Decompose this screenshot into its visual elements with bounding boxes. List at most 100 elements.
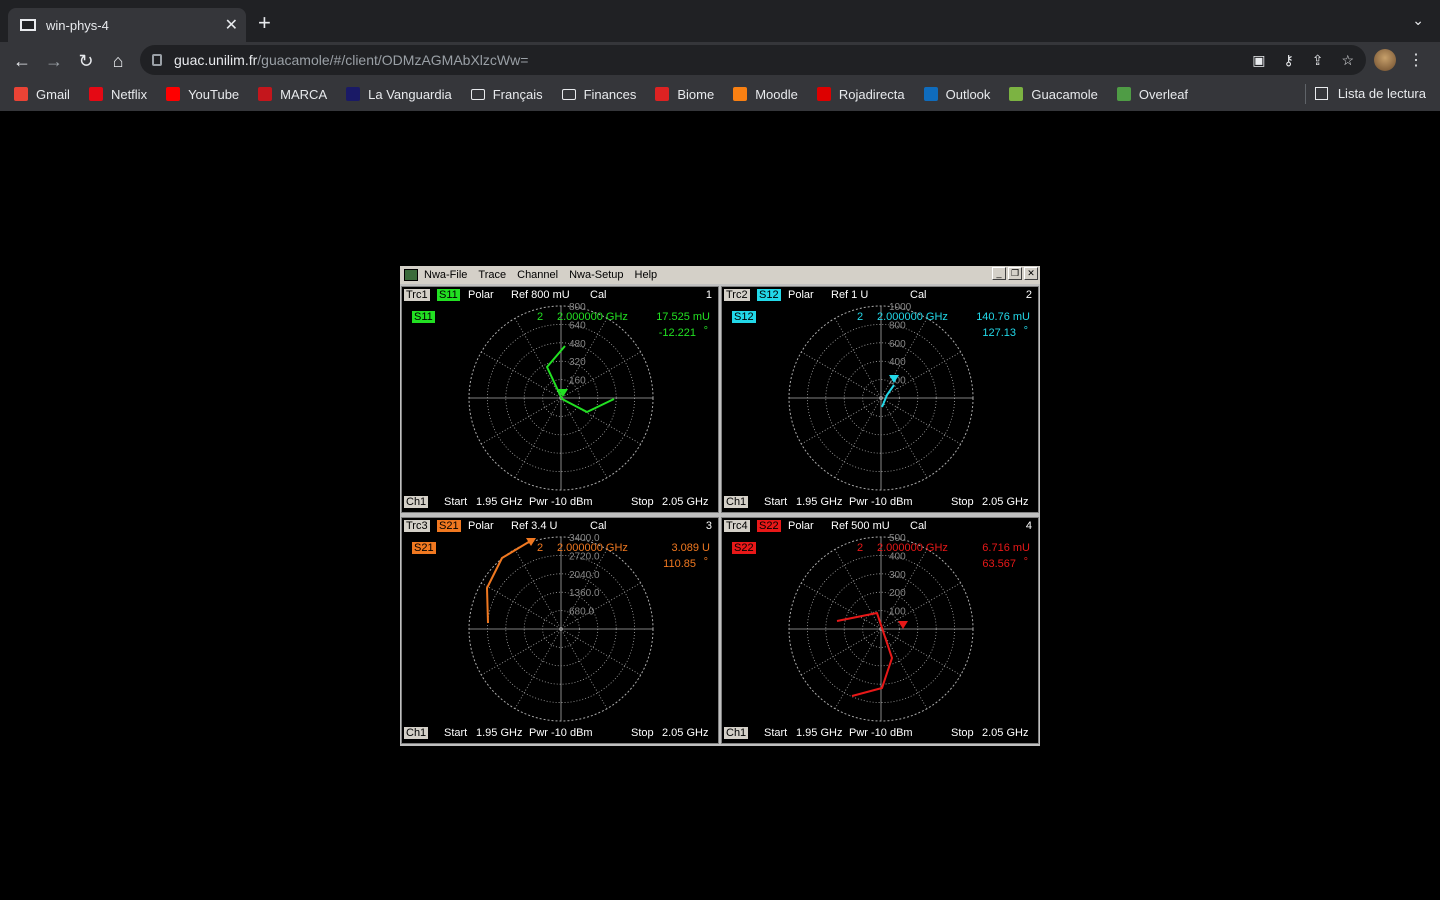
stop-frequency: 2.05 GHz xyxy=(662,727,709,739)
bookmark-item[interactable]: MARCA xyxy=(258,87,327,102)
channel-label[interactable]: Ch1 xyxy=(404,727,429,739)
trace-ref[interactable]: Ref 800 mU xyxy=(511,289,570,301)
start-label: Start xyxy=(764,727,788,739)
bookmark-item[interactable]: Biome xyxy=(655,87,714,102)
star-icon[interactable]: ☆ xyxy=(1341,52,1354,69)
bookmark-item[interactable]: Finances xyxy=(561,87,636,102)
marker-phase: 127.13 xyxy=(982,327,1016,339)
marker-triangle-icon[interactable] xyxy=(898,621,908,629)
stop-frequency: 2.05 GHz xyxy=(982,496,1029,508)
reading-list-button[interactable]: Lista de lectura xyxy=(1314,86,1426,101)
stop-frequency: 2.05 GHz xyxy=(662,496,709,508)
bookmark-item[interactable]: Netflix xyxy=(88,87,147,102)
stop-label: Stop xyxy=(631,496,654,508)
marker-frequency: 2.000000 GHz xyxy=(877,311,948,323)
trace-param[interactable]: S21 xyxy=(437,520,461,532)
trace-id[interactable]: Trc3 xyxy=(404,520,430,532)
more-menu-icon[interactable]: ⋮ xyxy=(1408,50,1424,70)
close-tab-icon[interactable]: ✕ xyxy=(225,15,238,35)
chevron-down-icon[interactable]: ⌄ xyxy=(1412,12,1424,29)
reading-list-label: Lista de lectura xyxy=(1337,86,1426,101)
trace-ref[interactable]: Ref 3.4 U xyxy=(511,520,557,532)
bookmark-favicon-icon xyxy=(923,87,938,101)
trace-cal[interactable]: Cal xyxy=(590,289,607,301)
trace-footer: Ch1 Start 1.95 GHz Pwr -10 dBm Stop 2.05… xyxy=(724,727,1036,741)
close-icon[interactable]: ✕ xyxy=(1024,267,1038,280)
marker-number: 2 xyxy=(537,311,544,323)
bookmark-item[interactable]: Guacamole xyxy=(1009,87,1098,102)
degree-unit: ° xyxy=(1023,325,1028,337)
vna-window: Nwa-File Trace Channel Nwa-Setup Help _ … xyxy=(400,266,1040,746)
trace-param[interactable]: S12 xyxy=(757,289,781,301)
power-level: Pwr -10 dBm xyxy=(849,727,913,739)
trace-param[interactable]: S22 xyxy=(757,520,781,532)
trace-pane[interactable]: 3400.0 2720.0 2040.0 1360.0 680.0 Trc3 S21 P… xyxy=(401,517,719,744)
trace-pane[interactable]: 1000 800 600 400 200 Trc2 S12 Polar Ref 1 U … xyxy=(721,286,1039,513)
trace-cal[interactable]: Cal xyxy=(910,520,927,532)
trace-format[interactable]: Polar xyxy=(788,520,814,532)
bookmark-item[interactable]: Gmail xyxy=(14,87,70,102)
marker-magnitude: 140.76 mU xyxy=(976,311,1030,323)
radial-tick-label: 480 xyxy=(569,339,586,350)
channel-label[interactable]: Ch1 xyxy=(724,496,749,508)
bookmark-item[interactable]: Rojadirecta xyxy=(816,87,905,102)
bookmark-item[interactable]: Outlook xyxy=(923,87,990,102)
bookmark-favicon-icon xyxy=(816,87,831,101)
trace-format[interactable]: Polar xyxy=(468,520,494,532)
bookmark-item[interactable]: Français xyxy=(470,87,543,102)
trace-pane[interactable]: 800 640 480 320 160 Trc1 S11 Polar Ref 800 m… xyxy=(401,286,719,513)
radial-tick-label: 680.0 xyxy=(569,607,594,618)
bookmark-item[interactable]: YouTube xyxy=(166,87,239,102)
trace-ref[interactable]: Ref 500 mU xyxy=(831,520,890,532)
menu-help[interactable]: Help xyxy=(635,269,658,281)
menu-nwa-setup[interactable]: Nwa-Setup xyxy=(569,269,623,281)
radial-tick-label: 400 xyxy=(889,357,906,368)
radial-tick-label: 100 xyxy=(889,607,906,618)
key-icon[interactable]: ⚷ xyxy=(1283,52,1293,69)
restore-icon[interactable]: ❐ xyxy=(1008,267,1022,280)
trace-ref[interactable]: Ref 1 U xyxy=(831,289,868,301)
url-host: guac.unilim.fr xyxy=(174,52,258,68)
app-system-icon[interactable] xyxy=(404,269,418,281)
reload-icon[interactable]: ↻ xyxy=(74,49,98,73)
lock-icon[interactable] xyxy=(152,54,162,66)
menu-trace[interactable]: Trace xyxy=(478,269,506,281)
bookmark-label: YouTube xyxy=(188,86,240,102)
browser-chrome: win-phys-4 ✕ + ⌄ ← → ↻ ⌂ guac.unilim.fr … xyxy=(0,0,1440,111)
vna-menubar: Nwa-File Trace Channel Nwa-Setup Help _ … xyxy=(400,266,1040,284)
trace-format[interactable]: Polar xyxy=(468,289,494,301)
bookmark-item[interactable]: La Vanguardia xyxy=(346,87,452,102)
home-icon[interactable]: ⌂ xyxy=(106,49,130,73)
trace-param[interactable]: S11 xyxy=(437,289,460,301)
trace-id[interactable]: Trc2 xyxy=(724,289,750,301)
minimize-icon[interactable]: _ xyxy=(992,267,1006,280)
folder-icon xyxy=(561,88,576,100)
trace-cal[interactable]: Cal xyxy=(910,289,927,301)
marker-magnitude: 17.525 mU xyxy=(656,311,710,323)
trace-id[interactable]: Trc4 xyxy=(724,520,750,532)
forward-icon[interactable]: → xyxy=(42,49,66,73)
marker-number: 2 xyxy=(857,542,864,554)
bookmark-item[interactable]: Moodle xyxy=(733,87,798,102)
bookmarks-bar: Gmail Netflix YouTube MARCA La Vanguardia Fra… xyxy=(0,80,1440,108)
trace-id[interactable]: Trc1 xyxy=(404,289,430,301)
bookmark-item[interactable]: Overleaf xyxy=(1116,87,1188,102)
back-icon[interactable]: ← xyxy=(10,49,34,73)
degree-unit: ° xyxy=(1023,556,1028,568)
new-tab-icon[interactable]: + xyxy=(258,10,271,36)
bookmark-favicon-icon xyxy=(14,87,28,101)
menu-channel[interactable]: Channel xyxy=(517,269,558,281)
trace-pane[interactable]: 500 400 300 200 100 Trc4 S22 Polar Ref 500 m… xyxy=(721,517,1039,744)
bookmark-favicon-icon xyxy=(1009,87,1024,101)
menu-nwa-file[interactable]: Nwa-File xyxy=(424,269,467,281)
tab-active[interactable]: win-phys-4 ✕ xyxy=(8,8,246,42)
profile-avatar[interactable] xyxy=(1374,49,1396,71)
marker-phase: 110.85 xyxy=(663,558,696,570)
share-icon[interactable]: ⇪ xyxy=(1312,52,1324,69)
channel-label[interactable]: Ch1 xyxy=(404,496,429,508)
address-bar[interactable]: guac.unilim.fr /guacamole/#/client/ODMzA… xyxy=(140,45,1366,75)
clipboard-icon[interactable]: ▣ xyxy=(1252,52,1265,69)
trace-format[interactable]: Polar xyxy=(788,289,814,301)
trace-cal[interactable]: Cal xyxy=(590,520,607,532)
channel-label[interactable]: Ch1 xyxy=(724,727,749,739)
